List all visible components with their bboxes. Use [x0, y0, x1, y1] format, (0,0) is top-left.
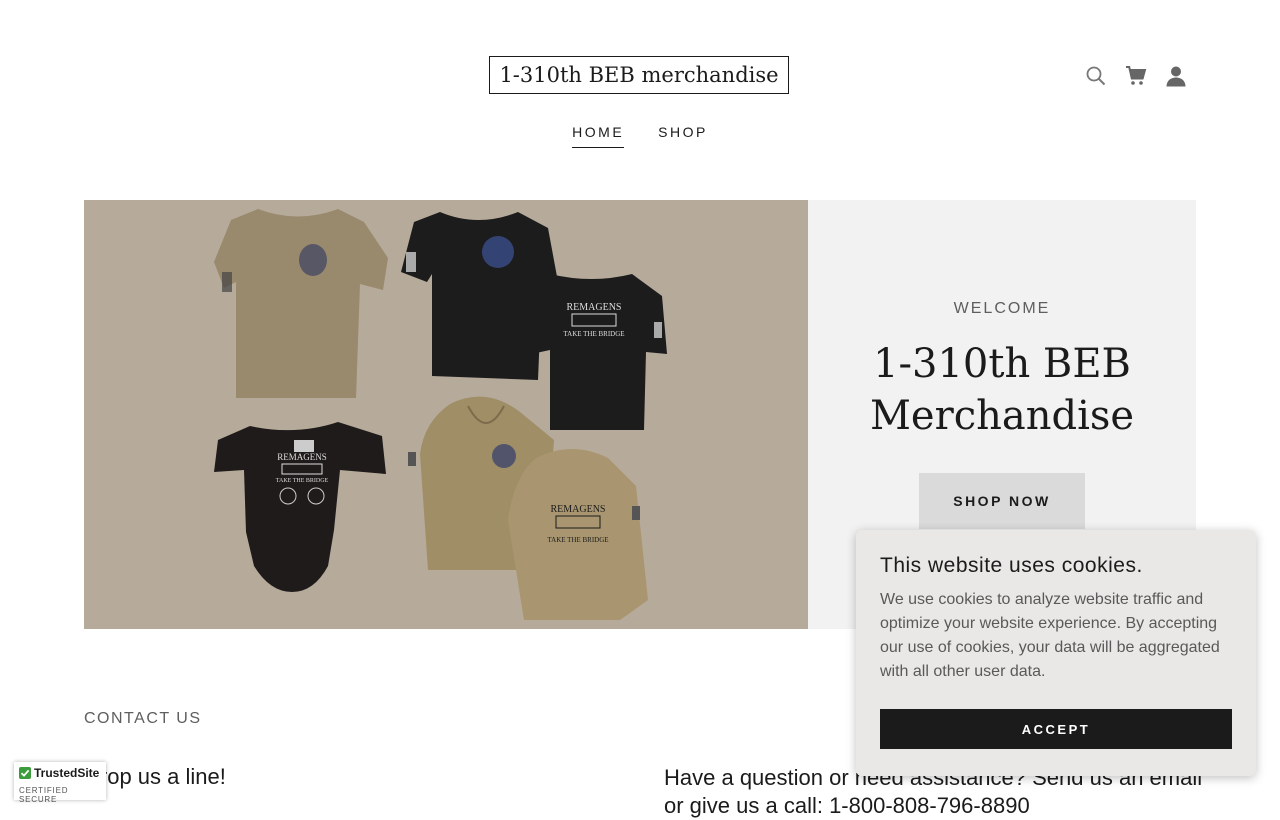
- trustedsite-badge[interactable]: TrustedSite CERTIFIED SECURE: [14, 762, 106, 804]
- svg-text:REMAGENS: REMAGENS: [277, 452, 327, 462]
- svg-text:TAKE THE BRIDGE: TAKE THE BRIDGE: [547, 536, 608, 544]
- svg-text:REMAGENS: REMAGENS: [566, 302, 621, 313]
- nav-item-shop[interactable]: SHOP: [658, 124, 708, 148]
- contact-heading: CONTACT US: [84, 710, 202, 727]
- trustedsite-title: TrustedSite: [34, 766, 100, 780]
- search-icon[interactable]: [1084, 64, 1108, 88]
- black-onesie-image: REMAGENS TAKE THE BRIDGE: [214, 422, 386, 592]
- cookie-body: We use cookies to analyze website traffi…: [880, 591, 1220, 680]
- trustedsite-subtitle: CERTIFIED SECURE: [19, 786, 69, 804]
- hero-eyebrow: WELCOME: [953, 300, 1051, 317]
- hero-image: REMAGENS TAKE THE BRIDGE REMAGENS TAKE T…: [84, 200, 808, 629]
- site-logo[interactable]: 1-310th BEB merchandise: [489, 56, 789, 94]
- svg-text:TAKE THE BRIDGE: TAKE THE BRIDGE: [276, 478, 329, 484]
- black-tshirt-back-image: REMAGENS TAKE THE BRIDGE: [520, 274, 667, 430]
- tan-hoodie-back-image: REMAGENS TAKE THE BRIDGE: [508, 449, 648, 620]
- cookie-banner: This website uses cookies. We use cookie…: [856, 530, 1256, 776]
- account-icon[interactable]: [1164, 64, 1188, 88]
- nav-item-home[interactable]: HOME: [572, 124, 625, 148]
- cookie-title: This website uses cookies.: [880, 554, 1143, 577]
- main-nav: HOME SHOP: [0, 124, 1280, 148]
- checkmark-icon: [19, 767, 31, 779]
- svg-text:REMAGENS: REMAGENS: [550, 504, 605, 515]
- header-icons: [1084, 64, 1188, 88]
- shop-now-button[interactable]: SHOP NOW: [919, 473, 1085, 529]
- tan-tshirt-image: [214, 209, 388, 398]
- hero-title: 1-310th BEB Merchandise: [808, 338, 1196, 442]
- hero-title-line1: 1-310th BEB: [873, 341, 1131, 387]
- cart-icon[interactable]: [1124, 64, 1148, 88]
- svg-text:TAKE THE BRIDGE: TAKE THE BRIDGE: [563, 330, 624, 338]
- trustedsite-title-row: TrustedSite: [19, 766, 101, 780]
- accept-cookies-button[interactable]: ACCEPT: [880, 709, 1232, 749]
- hero-title-line2: Merchandise: [869, 393, 1135, 439]
